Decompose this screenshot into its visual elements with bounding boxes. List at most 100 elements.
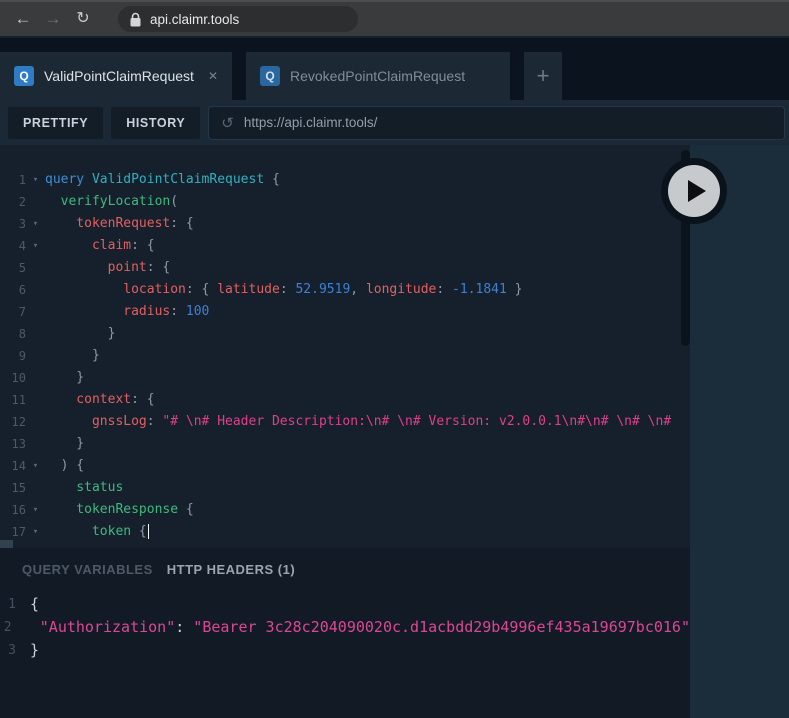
query-badge-icon: Q — [14, 66, 34, 86]
fold-gutter — [26, 301, 45, 323]
code-line: 5 point: { — [0, 257, 690, 279]
line-number: 1 — [8, 597, 16, 612]
code-line: 17 ▾ token { — [0, 521, 690, 543]
playground-toolbar: PRETTIFY HISTORY ↺ https://api.claimr.to… — [0, 100, 789, 145]
execute-query-button[interactable] — [661, 158, 727, 224]
code-line: 9 } — [0, 345, 690, 367]
new-tab-button[interactable]: + — [524, 52, 562, 100]
fold-gutter — [12, 616, 22, 639]
code-text: ) { — [45, 458, 85, 473]
code-text: } — [45, 348, 100, 363]
code-line: 15 status — [0, 477, 690, 499]
code-line: 3} — [0, 639, 690, 662]
code-text: status — [45, 480, 124, 495]
endpoint-input[interactable]: ↺ https://api.claimr.tools/ — [208, 105, 785, 140]
address-bar[interactable]: api.claimr.tools — [118, 6, 358, 32]
lock-icon — [130, 12, 141, 26]
endpoint-reload-icon[interactable]: ↺ — [221, 114, 234, 132]
tab-http-headers[interactable]: HTTP HEADERS (1) — [167, 562, 295, 577]
line-number: 8 — [18, 327, 26, 341]
code-text: verifyLocation( — [45, 194, 179, 209]
line-number: 7 — [18, 305, 26, 319]
code-text: } — [45, 436, 85, 451]
close-tab-icon[interactable]: ✕ — [208, 69, 218, 83]
tab-query-variables[interactable]: QUERY VARIABLES — [22, 562, 153, 577]
code-line: 1 ▾ query ValidPointClaimRequest { — [0, 169, 690, 191]
graphql-playground-window: ← → ↻ api.claimr.tools Q ValidPointClaim… — [0, 0, 789, 718]
browser-forward-icon[interactable]: → — [38, 2, 68, 36]
code-text: context: { — [45, 392, 155, 407]
play-icon — [668, 165, 720, 217]
code-line: 7 radius: 100 — [0, 301, 690, 323]
http-headers-editor[interactable]: 1 {2 "Authorization": "Bearer 3c28c204090… — [0, 577, 690, 662]
line-number: 13 — [11, 437, 26, 451]
code-line: 8 } — [0, 323, 690, 345]
fold-gutter — [26, 411, 45, 433]
code-text: radius: 100 — [45, 304, 210, 319]
line-number: 1 — [18, 173, 26, 187]
playground-tab-bar: Q ValidPointClaimRequest ✕ Q RevokedPoin… — [0, 38, 789, 100]
tab-revokedpointclaimrequest[interactable]: Q RevokedPointClaimRequest — [246, 52, 510, 100]
fold-arrow-icon[interactable]: ▾ — [26, 235, 45, 257]
line-number: 15 — [11, 481, 26, 495]
line-number: 4 — [18, 239, 26, 253]
code-text: tokenResponse { — [45, 502, 194, 517]
code-line: 14 ▾ ) { — [0, 455, 690, 477]
line-number: 16 — [11, 503, 26, 517]
code-line: 2 "Authorization": "Bearer 3c28c20409002… — [0, 616, 690, 639]
fold-gutter — [26, 433, 45, 455]
line-number: 2 — [18, 195, 26, 209]
fold-arrow-icon[interactable]: ▾ — [26, 455, 45, 477]
line-number: 2 — [3, 620, 12, 635]
code-text: gnssLog: "# \n# Header Description:\n# \… — [45, 414, 672, 429]
browser-chrome: ← → ↻ api.claimr.tools — [0, 0, 789, 36]
fold-arrow-icon[interactable]: ▾ — [26, 169, 45, 191]
line-number: 9 — [18, 349, 26, 363]
fold-gutter — [26, 367, 45, 389]
fold-gutter — [26, 345, 45, 367]
response-pane — [690, 145, 789, 718]
fold-gutter — [26, 279, 45, 301]
fold-gutter — [26, 389, 45, 411]
browser-reload-icon[interactable]: ↻ — [68, 2, 98, 36]
fold-arrow-icon[interactable]: ▾ — [26, 499, 45, 521]
line-number: 3 — [18, 217, 26, 231]
line-number: 3 — [8, 643, 16, 658]
query-editor[interactable]: 1 ▾ query ValidPointClaimRequest {2 verify… — [0, 145, 690, 548]
endpoint-url-text: https://api.claimr.tools/ — [243, 115, 378, 130]
line-number: 5 — [18, 261, 26, 275]
code-text: tokenRequest: { — [45, 216, 194, 231]
code-text: query ValidPointClaimRequest { — [45, 172, 280, 187]
code-text: } — [30, 641, 40, 659]
tab-label: RevokedPointClaimRequest — [290, 68, 466, 84]
code-line: 6 location: { latitude: 52.9519, longitu… — [0, 279, 690, 301]
fold-gutter — [26, 257, 45, 279]
code-line: 10 } — [0, 367, 690, 389]
prettify-button[interactable]: PRETTIFY — [8, 106, 104, 139]
code-text: { — [30, 595, 40, 613]
tab-validpointclaimrequest[interactable]: Q ValidPointClaimRequest ✕ — [0, 52, 232, 100]
line-number: 11 — [11, 393, 26, 407]
code-text: token { — [45, 521, 150, 543]
code-text: } — [45, 326, 116, 341]
history-button[interactable]: HISTORY — [111, 106, 201, 139]
code-line: 16 ▾ tokenResponse { — [0, 499, 690, 521]
code-text: "Authorization": "Bearer 3c28c204090020c… — [21, 618, 690, 636]
code-line: 11 context: { — [0, 389, 690, 411]
query-badge-icon: Q — [260, 66, 280, 86]
fold-arrow-icon[interactable]: ▾ — [26, 213, 45, 235]
code-text: location: { latitude: 52.9519, longitude… — [45, 282, 523, 297]
line-number: 6 — [18, 283, 26, 297]
bottom-panel-tabs: QUERY VARIABLES HTTP HEADERS (1) — [0, 548, 690, 577]
code-text: claim: { — [45, 238, 155, 253]
address-url: api.claimr.tools — [150, 11, 240, 27]
editor-horizontal-scrollbar[interactable] — [0, 540, 13, 548]
fold-arrow-icon[interactable]: ▾ — [26, 521, 45, 543]
query-editor-lines: 1 ▾ query ValidPointClaimRequest {2 verify… — [0, 169, 690, 543]
code-line: 3 ▾ tokenRequest: { — [0, 213, 690, 235]
code-line: 2 verifyLocation( — [0, 191, 690, 213]
headers-editor-lines: 1 {2 "Authorization": "Bearer 3c28c204090… — [0, 593, 690, 662]
line-number: 12 — [11, 415, 26, 429]
code-line: 12 gnssLog: "# \n# Header Description:\n… — [0, 411, 690, 433]
browser-back-icon[interactable]: ← — [8, 2, 38, 36]
